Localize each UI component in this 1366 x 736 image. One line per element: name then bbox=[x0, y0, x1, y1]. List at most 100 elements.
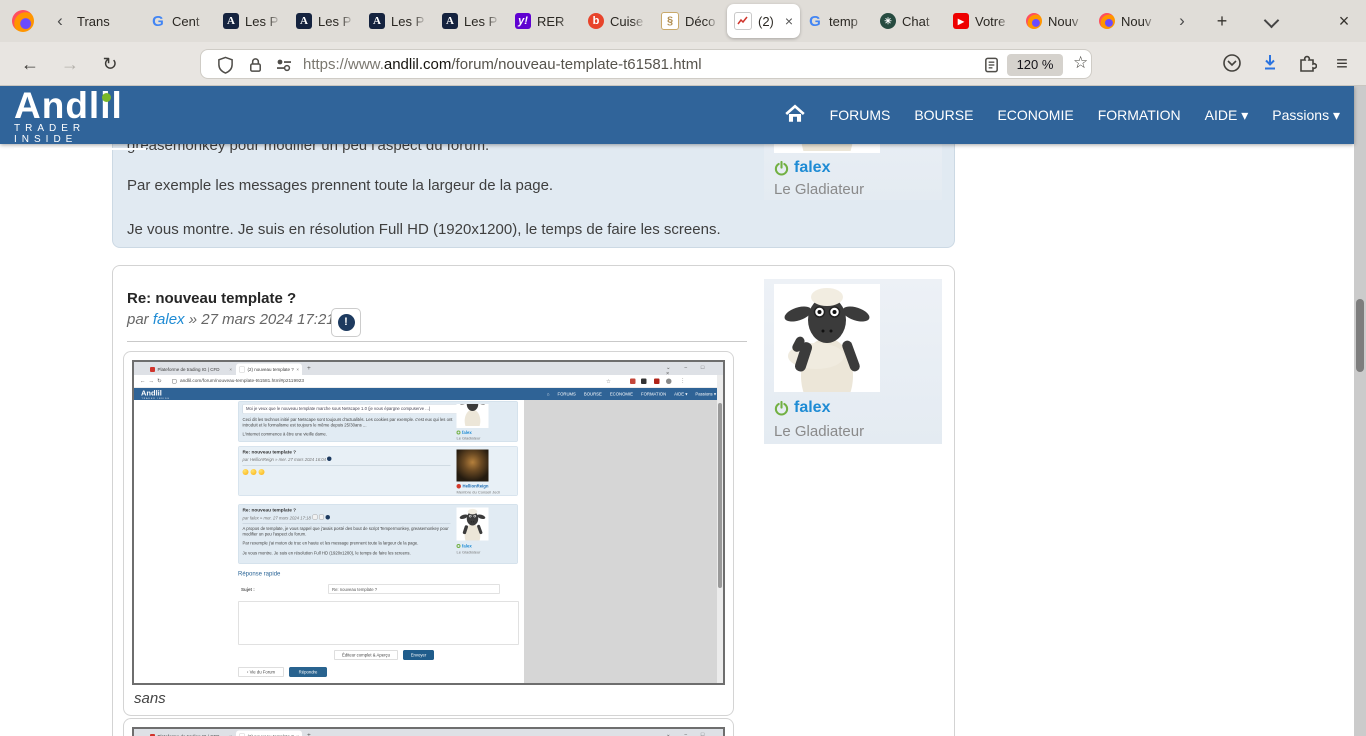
logo-tagline: TRADER INSIDE bbox=[14, 123, 146, 150]
browser-tab[interactable]: G Cent bbox=[143, 5, 216, 37]
nav-item-economie[interactable]: ECONOMIE bbox=[997, 107, 1073, 123]
nested-edit-icon bbox=[312, 514, 318, 520]
byline-prefix: par bbox=[127, 311, 149, 328]
browser-tab[interactable]: y! RER bbox=[508, 5, 581, 37]
url-path: /forum/nouveau-template-t61581.html bbox=[451, 56, 702, 73]
back-button[interactable]: ← bbox=[18, 52, 42, 76]
nested-report-icon bbox=[327, 456, 332, 461]
forward-button[interactable]: → bbox=[58, 52, 82, 76]
screenshot-image-1[interactable]: Plateforme de trading IG | CFD × (2) nou… bbox=[132, 360, 725, 685]
nested-author-rank: Le Gladiateur bbox=[456, 550, 481, 555]
firefox-favicon bbox=[1099, 13, 1115, 29]
byline-date: » 27 mars 2024 17:21 bbox=[188, 311, 335, 328]
author-rank: Le Gladiateur bbox=[774, 423, 865, 440]
browser-tab[interactable]: A Les P bbox=[435, 5, 508, 37]
tab-title: Nouv bbox=[1048, 13, 1079, 29]
nested-tab-close-icon: × bbox=[296, 366, 299, 372]
author-link[interactable]: falex bbox=[794, 399, 830, 417]
nested-star-icon: ☆ bbox=[606, 378, 611, 385]
nested-new-tab-icon: + bbox=[307, 731, 311, 736]
nav-item-aide[interactable]: AIDE ▾ bbox=[1205, 107, 1249, 124]
scroll-tabs-left-button[interactable]: ‹ bbox=[50, 8, 70, 34]
site-logo[interactable]: Andlil TRADER INSIDE bbox=[14, 87, 146, 150]
author-name-row: falex bbox=[774, 399, 830, 417]
lock-icon[interactable] bbox=[247, 56, 264, 79]
nav-item-passions[interactable]: Passions ▾ bbox=[1272, 107, 1340, 124]
reader-mode-icon[interactable] bbox=[983, 56, 1000, 79]
author-link[interactable]: falex bbox=[794, 159, 830, 177]
browser-tab[interactable]: A Les P bbox=[362, 5, 435, 37]
nested-nav-icons: ← → ↻ bbox=[140, 378, 162, 384]
youtube-favicon: ▶ bbox=[953, 13, 969, 29]
url-bar[interactable]: https://www.andlil.com/forum/nouveau-tem… bbox=[200, 49, 1092, 79]
site-header: Andlil TRADER INSIDE FORUMS BOURSE ECONO… bbox=[0, 86, 1354, 150]
nested-avatar bbox=[456, 507, 489, 541]
nested-site-header: Andlil TRADER INSIDE ⌂ FORUMS BOURSE ECO… bbox=[134, 388, 723, 400]
browser-tab[interactable]: A Les P bbox=[289, 5, 362, 37]
post-byline: par falex » 27 mars 2024 17:21 bbox=[127, 311, 335, 328]
browser-tab[interactable]: Nouv bbox=[1019, 5, 1092, 37]
nested-window-controls: ⌄ − □ × bbox=[666, 731, 711, 736]
chatgpt-favicon: ✳ bbox=[880, 13, 896, 29]
nested-page-background bbox=[524, 400, 717, 683]
browser-tab[interactable]: Trans bbox=[70, 5, 143, 37]
tab-title: Les P bbox=[318, 13, 352, 29]
nested-tab-active: (2) nouveau template ? - Forum × bbox=[236, 363, 302, 375]
post-title: Re: nouveau template ? bbox=[127, 290, 297, 307]
browser-tab[interactable]: § Déco bbox=[654, 5, 727, 37]
permissions-icon[interactable] bbox=[275, 56, 293, 79]
screenshot-image-2[interactable]: Plateforme de trading IG | CFD × (2) nou… bbox=[132, 727, 725, 736]
post-text: Par exemple les messages prennent toute … bbox=[127, 177, 554, 194]
browser-tab[interactable]: A Les P bbox=[216, 5, 289, 37]
tab-title: Cuise bbox=[610, 13, 644, 29]
home-icon[interactable] bbox=[784, 104, 806, 127]
bookmark-star-icon[interactable]: ☆ bbox=[1073, 53, 1088, 73]
browser-tab[interactable]: ✳ Chat bbox=[873, 5, 946, 37]
nested-post-card: Moi je veux que le nouveau template marc… bbox=[238, 401, 518, 442]
menu-hamburger-icon[interactable]: ≡ bbox=[1330, 52, 1354, 76]
nested-post-byline: par falex » mer. 27 mars 2024 17:18 bbox=[243, 514, 330, 521]
tab-title: Les P bbox=[245, 13, 279, 29]
nav-item-bourse[interactable]: BOURSE bbox=[914, 107, 973, 123]
browser-tab[interactable]: b Cuise bbox=[581, 5, 654, 37]
browser-tab[interactable]: ▶ Votre bbox=[946, 5, 1019, 37]
window-close-icon[interactable]: × bbox=[1332, 9, 1356, 33]
list-all-tabs-icon[interactable] bbox=[1263, 12, 1280, 29]
avatar[interactable] bbox=[774, 284, 880, 392]
author-link[interactable]: falex bbox=[153, 311, 185, 328]
attachment-box: Plateforme de trading IG | CFD × (2) nou… bbox=[123, 718, 734, 736]
nested-nav-item: FORMATION bbox=[640, 391, 667, 397]
tab-close-icon[interactable]: × bbox=[785, 13, 793, 29]
reload-button[interactable]: ↻ bbox=[98, 52, 122, 76]
dark-a-favicon: A bbox=[296, 13, 312, 29]
nested-tab-title: Plateforme de trading IG | CFD bbox=[157, 366, 220, 372]
nested-author-row: falex bbox=[456, 544, 472, 549]
zoom-level-badge[interactable]: 120 % bbox=[1007, 54, 1063, 76]
byline-divider bbox=[127, 341, 747, 342]
scrollbar-thumb[interactable] bbox=[1356, 299, 1364, 372]
tab-title: Déco bbox=[685, 13, 716, 29]
pocket-icon[interactable] bbox=[1222, 53, 1242, 78]
nav-item-forums[interactable]: FORUMS bbox=[830, 107, 891, 123]
page-viewport: greasemonkey pour modifier un peu l'aspe… bbox=[0, 86, 1366, 736]
tab-title: (2) bbox=[758, 13, 774, 29]
nested-screenshot-content: Plateforme de trading IG | CFD × (2) nou… bbox=[134, 362, 723, 683]
nested-send-button: Envoyer bbox=[403, 650, 434, 660]
tab-title: Les P bbox=[391, 13, 425, 29]
nav-item-formation[interactable]: FORMATION bbox=[1098, 107, 1181, 123]
shield-icon[interactable] bbox=[217, 56, 234, 79]
browser-tab[interactable]: Nouv bbox=[1092, 5, 1165, 37]
download-icon[interactable] bbox=[1260, 53, 1280, 78]
nested-author-row: HellionReign bbox=[456, 484, 488, 489]
new-tab-button[interactable]: + bbox=[1210, 9, 1234, 33]
nested-home-icon: ⌂ bbox=[546, 391, 550, 397]
page-scrollbar[interactable] bbox=[1354, 86, 1366, 736]
browser-tab-active[interactable]: (2) × bbox=[727, 4, 800, 38]
extensions-puzzle-icon[interactable] bbox=[1297, 53, 1318, 78]
report-post-button[interactable]: ! bbox=[331, 308, 361, 337]
browser-tab[interactable]: G temp bbox=[800, 5, 873, 37]
boursorama-favicon: b bbox=[588, 13, 604, 29]
nested-post-text: Par rexemple j'ai moton de truc en haute… bbox=[242, 540, 419, 546]
scroll-tabs-right-button[interactable]: › bbox=[1172, 8, 1192, 34]
nested-red-favicon bbox=[150, 366, 155, 372]
